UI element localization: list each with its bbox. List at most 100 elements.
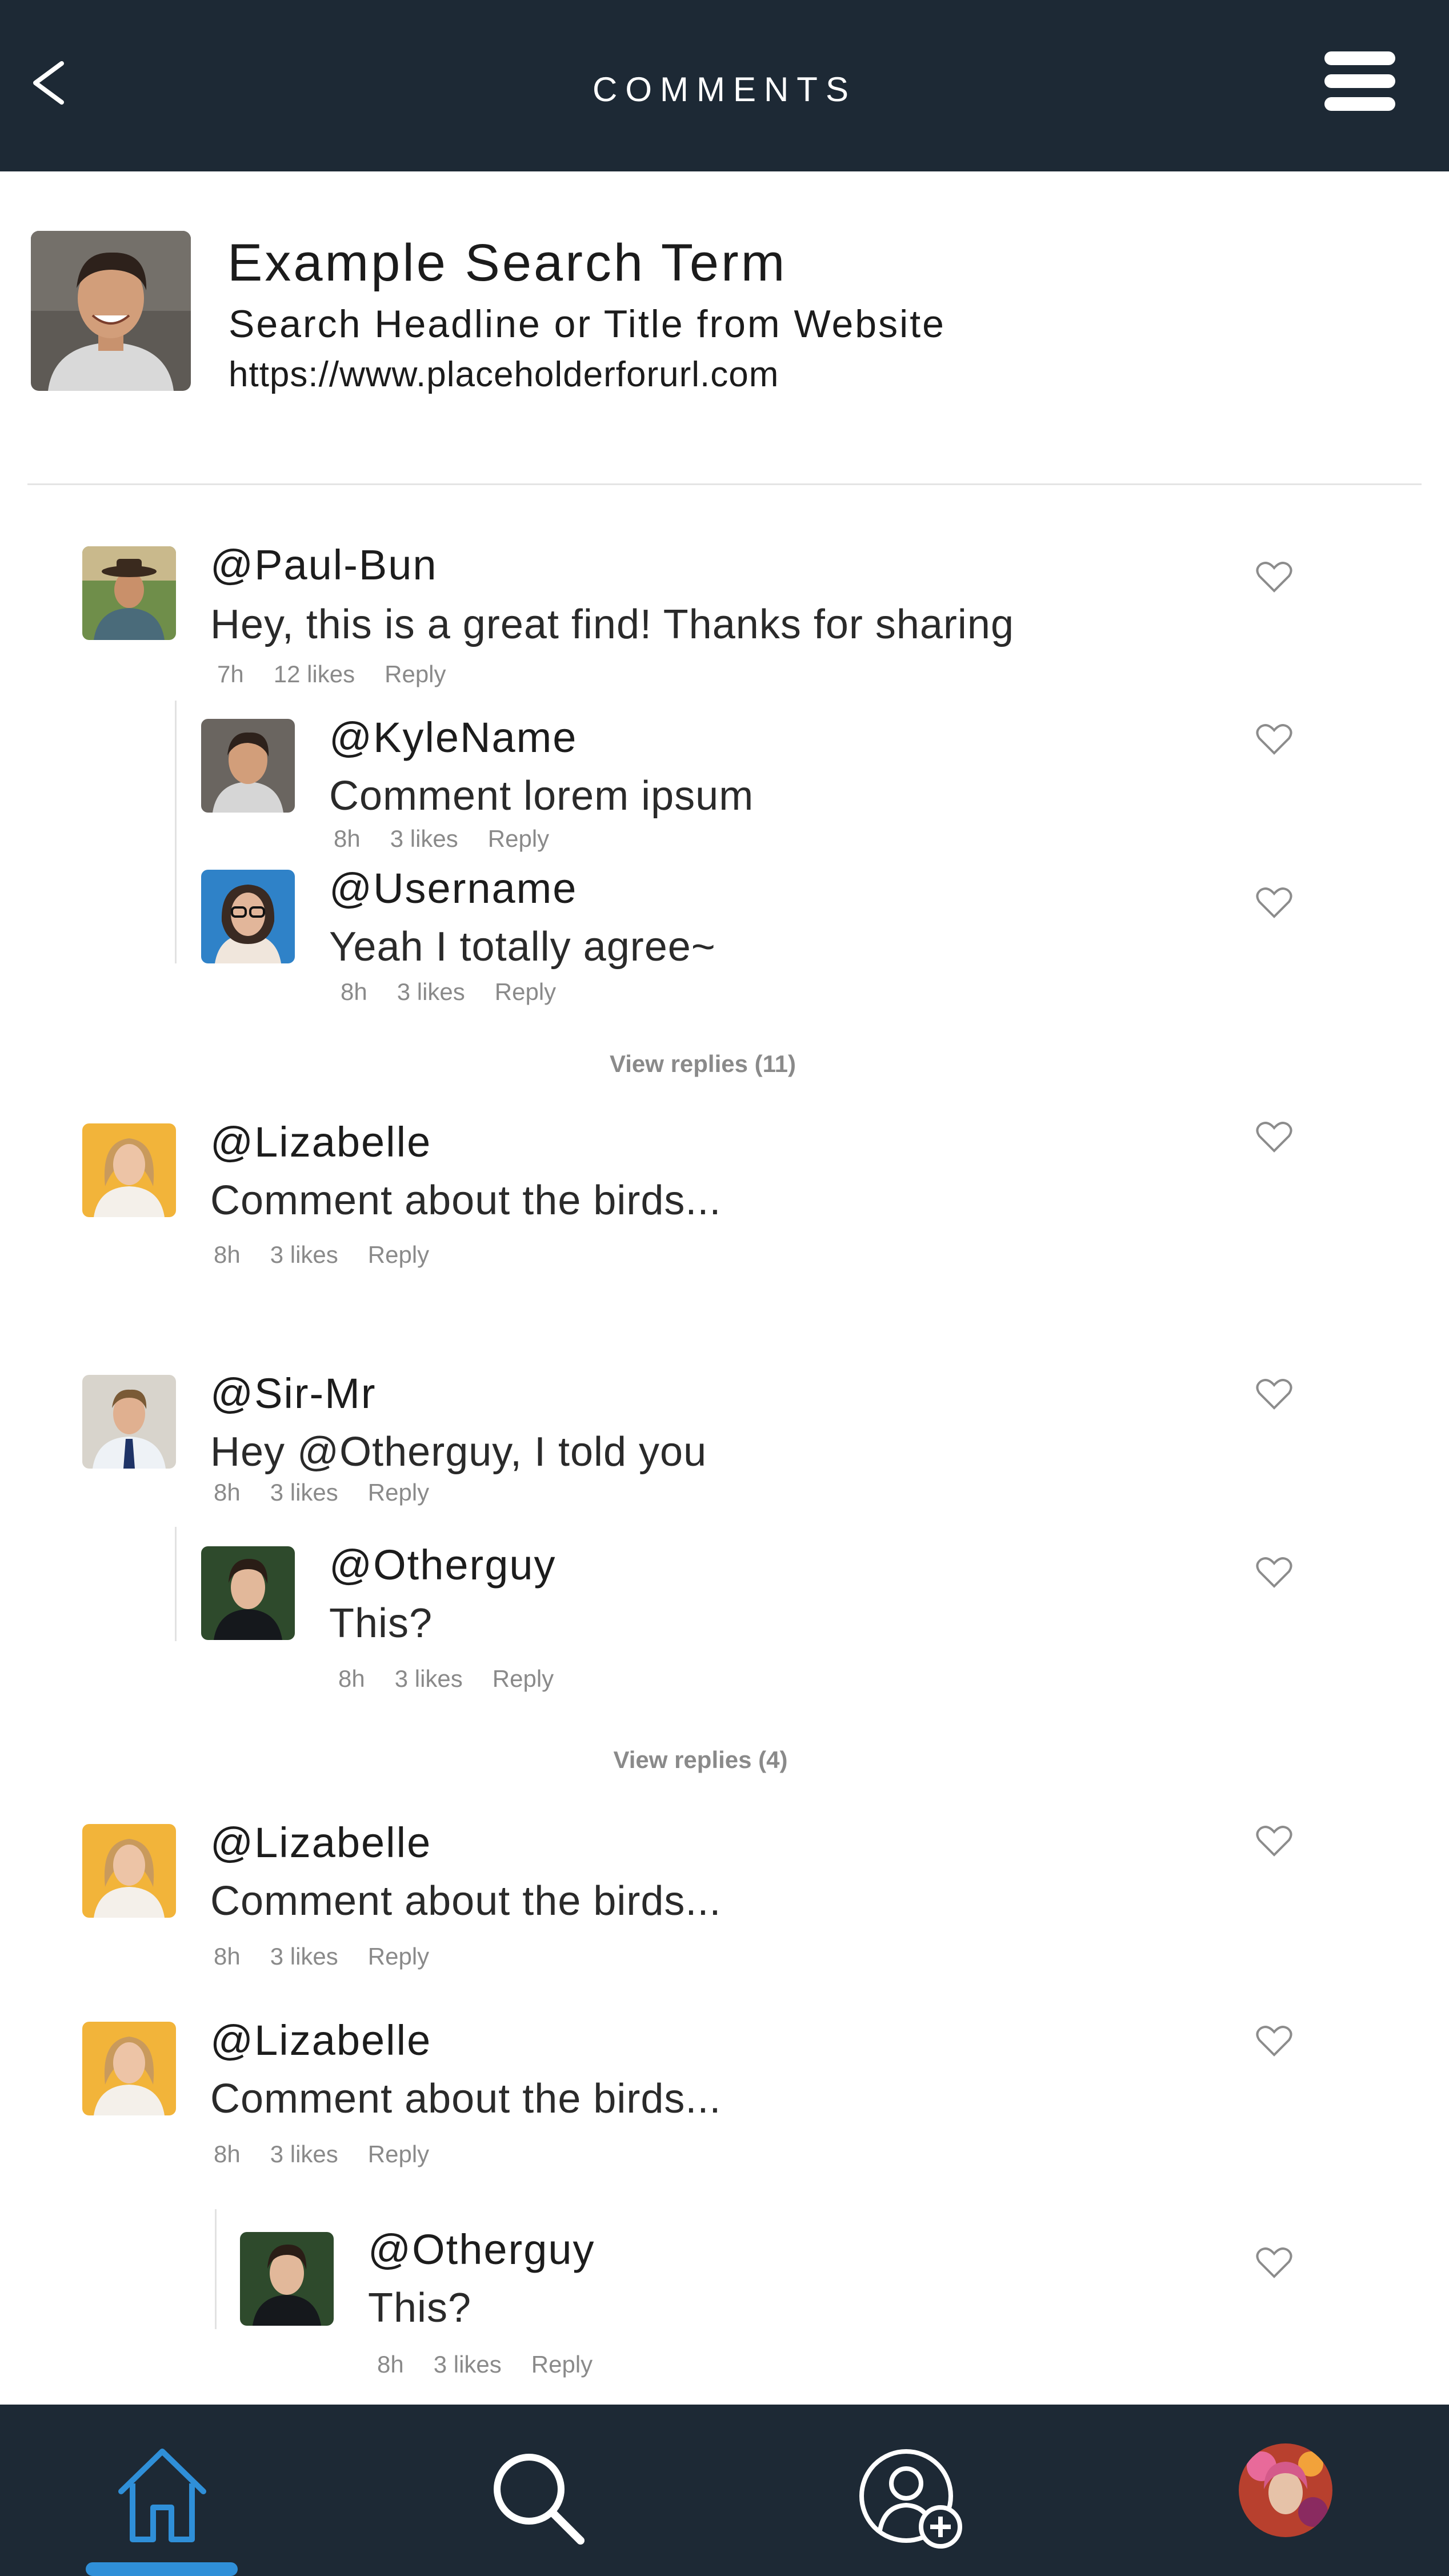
comment-likes[interactable]: 3 likes [390, 825, 458, 853]
comment-likes[interactable]: 3 likes [434, 2351, 502, 2378]
avatar-lizabelle[interactable] [82, 1824, 176, 1918]
thread-line [175, 701, 177, 963]
divider [27, 483, 1422, 485]
comment-time: 7h [217, 661, 244, 687]
result-thumbnail[interactable] [31, 231, 191, 391]
comment-meta: 8h 3 likes Reply [377, 2351, 622, 2378]
like-button[interactable] [1256, 1120, 1292, 1153]
like-button[interactable] [1256, 2024, 1292, 2057]
comment-username[interactable]: @Paul-Bun [210, 541, 438, 589]
heart-icon [1256, 724, 1292, 755]
nav-add-friend-button[interactable] [851, 2439, 966, 2553]
comment-username[interactable]: @Lizabelle [210, 1118, 431, 1166]
like-button[interactable] [1256, 722, 1292, 755]
result-url-link[interactable]: https://www.placeholderforurl.com [229, 354, 779, 395]
person-photo-icon [201, 1546, 295, 1640]
comment-meta: 8h 3 likes Reply [334, 825, 579, 853]
comment-likes[interactable]: 3 likes [397, 978, 465, 1006]
view-replies-button[interactable]: View replies (11) [531, 1050, 874, 1078]
thread-line [215, 2209, 217, 2329]
view-replies-button[interactable]: View replies (4) [529, 1746, 872, 1774]
person-photo-icon [240, 2232, 334, 2326]
comment-likes[interactable]: 3 likes [395, 1665, 463, 1693]
avatar-kylename[interactable] [201, 719, 295, 813]
farmer-photo-icon [82, 546, 176, 640]
comment-username[interactable]: @Otherguy [368, 2225, 595, 2274]
comment-text: This? [329, 1601, 433, 1646]
comment-meta: 8h 3 likes Reply [214, 2141, 459, 2168]
comment-meta: 7h 12 likes Reply [217, 661, 476, 688]
reply-button[interactable]: Reply [493, 1665, 554, 1693]
heart-icon [1256, 2026, 1292, 2057]
add-friend-icon [859, 2449, 962, 2549]
avatar-lizabelle[interactable] [82, 1123, 176, 1217]
comment-text: Comment about the birds... [210, 2076, 722, 2122]
person-photo-icon [82, 1375, 176, 1469]
avatar-otherguy[interactable] [240, 2232, 334, 2326]
comment-meta: 8h 3 likes Reply [338, 1665, 583, 1693]
comment-likes[interactable]: 3 likes [270, 1943, 338, 1970]
person-photo-icon [31, 231, 191, 391]
comment-username[interactable]: @Lizabelle [210, 1818, 431, 1867]
comment-time: 8h [214, 1479, 241, 1506]
comment-time: 8h [338, 1665, 365, 1692]
comment-time: 8h [214, 1943, 241, 1970]
comment-text: Comment lorem ipsum [329, 773, 754, 819]
avatar-sir-mr[interactable] [82, 1375, 176, 1469]
reply-button[interactable]: Reply [495, 978, 556, 1006]
reply-button[interactable]: Reply [531, 2351, 593, 2378]
home-icon [118, 2449, 206, 2542]
heart-icon [1256, 887, 1292, 918]
reply-button[interactable]: Reply [385, 661, 446, 688]
comment-time: 8h [377, 2351, 404, 2378]
comment-time: 8h [334, 825, 361, 852]
person-photo-icon [201, 870, 295, 963]
comment-text: This? [368, 2285, 472, 2331]
like-button[interactable] [1256, 886, 1292, 919]
like-button[interactable] [1256, 1377, 1292, 1410]
nav-profile-button[interactable] [1239, 2443, 1332, 2537]
person-photo-icon [82, 2022, 176, 2115]
comment-time: 8h [214, 1241, 241, 1268]
reply-button[interactable]: Reply [488, 825, 549, 853]
comment-username[interactable]: @Sir-Mr [210, 1369, 377, 1418]
like-button[interactable] [1256, 1555, 1292, 1589]
heart-icon [1256, 1379, 1292, 1410]
comment-username[interactable]: @KyleName [329, 713, 577, 762]
avatar-otherguy[interactable] [201, 1546, 295, 1640]
comment-text: Yeah I totally agree~ [329, 924, 716, 970]
like-button[interactable] [1256, 2246, 1292, 2279]
comment-likes[interactable]: 12 likes [274, 661, 355, 688]
heart-icon [1256, 1122, 1292, 1153]
hamburger-menu-icon [1324, 51, 1395, 65]
avatar-lizabelle[interactable] [82, 2022, 176, 2115]
result-headline[interactable]: Search Headline or Title from Website [229, 302, 946, 346]
heart-icon [1256, 1557, 1292, 1588]
reply-button[interactable]: Reply [368, 1241, 429, 1269]
like-button[interactable] [1256, 1824, 1292, 1857]
nav-search-button[interactable] [479, 2439, 593, 2553]
reply-button[interactable]: Reply [368, 1943, 429, 1970]
comment-likes[interactable]: 3 likes [270, 2141, 338, 2168]
comment-meta: 8h 3 likes Reply [214, 1479, 459, 1506]
avatar-paul-bun[interactable] [82, 546, 176, 640]
comment-likes[interactable]: 3 likes [270, 1241, 338, 1269]
search-term: Example Search Term [227, 234, 787, 292]
reply-button[interactable]: Reply [368, 1479, 429, 1506]
page-title: COMMENTS [593, 70, 856, 109]
comment-username[interactable]: @Lizabelle [210, 2016, 431, 2065]
nav-home-button[interactable] [105, 2439, 219, 2553]
avatar-username[interactable] [201, 870, 295, 963]
menu-button[interactable] [1320, 47, 1400, 115]
comment-likes[interactable]: 3 likes [270, 1479, 338, 1506]
heart-icon [1256, 562, 1292, 593]
comment-meta: 8h 3 likes Reply [214, 1241, 459, 1269]
like-button[interactable] [1256, 560, 1292, 593]
comment-username[interactable]: @Username [329, 864, 577, 913]
comment-username[interactable]: @Otherguy [329, 1541, 557, 1589]
active-tab-indicator [86, 2562, 238, 2576]
comment-meta: 8h 3 likes Reply [214, 1943, 459, 1970]
comment-text: Hey @Otherguy, I told you [210, 1429, 707, 1475]
thread-line [175, 1527, 177, 1641]
reply-button[interactable]: Reply [368, 2141, 429, 2168]
